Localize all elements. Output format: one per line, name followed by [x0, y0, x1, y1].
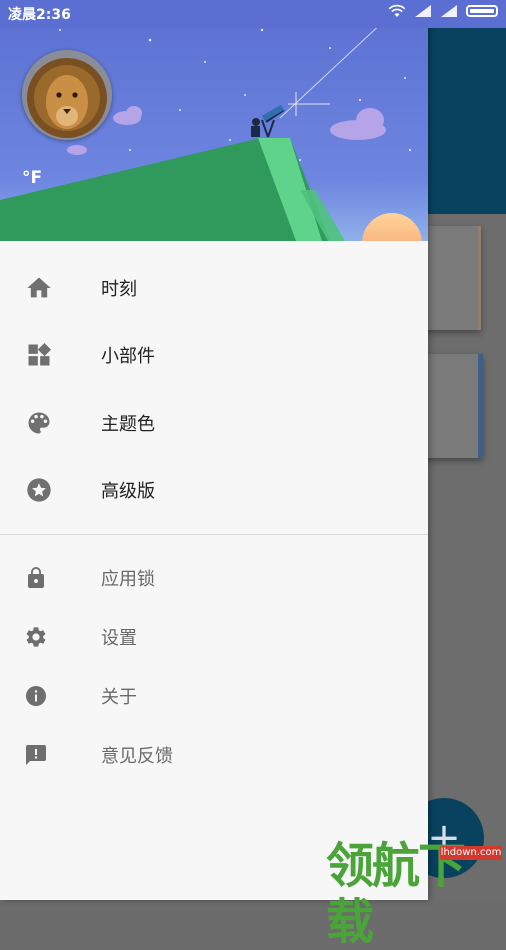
watermark-url: lhdown.com	[440, 846, 502, 860]
menu-item-label: 高级版	[101, 481, 155, 503]
palette-icon	[25, 409, 53, 437]
menu-item-feedback[interactable]: 意见反馈	[0, 725, 428, 784]
menu-item-premium[interactable]: 高级版	[0, 457, 428, 525]
navigation-drawer: °F 时刻 小部件 主题色 高级版 应用锁 设置 关于 意见反馈	[0, 0, 428, 900]
feedback-icon	[24, 743, 48, 767]
signal-icon	[415, 5, 431, 17]
wifi-icon	[388, 4, 406, 17]
secondary-menu: 应用锁 设置 关于 意见反馈	[0, 548, 428, 784]
star-badge-icon	[25, 476, 53, 504]
battery-icon	[466, 5, 498, 17]
menu-item-label: 意见反馈	[101, 745, 173, 767]
menu-item-moments[interactable]: 时刻	[0, 254, 428, 322]
menu-item-widgets[interactable]: 小部件	[0, 322, 428, 390]
menu-item-label: 小部件	[101, 346, 155, 368]
lion-avatar-image	[22, 50, 112, 140]
home-icon	[25, 274, 53, 302]
menu-item-label: 主题色	[101, 413, 155, 435]
widgets-icon	[25, 341, 53, 369]
menu-item-label: 设置	[101, 627, 137, 649]
menu-item-settings[interactable]: 设置	[0, 607, 428, 666]
gear-icon	[24, 625, 48, 649]
lock-icon	[24, 566, 48, 590]
info-icon	[24, 684, 48, 708]
menu-item-app-lock[interactable]: 应用锁	[0, 548, 428, 607]
status-time: 凌晨2:36	[8, 7, 71, 23]
menu-item-theme-color[interactable]: 主题色	[0, 389, 428, 457]
primary-menu: 时刻 小部件 主题色 高级版	[0, 254, 428, 524]
user-avatar[interactable]	[22, 50, 112, 140]
temperature-unit[interactable]: °F	[22, 168, 42, 188]
menu-item-label: 关于	[101, 686, 137, 708]
status-icons	[388, 4, 498, 18]
status-bar: 凌晨2:36	[0, 0, 506, 28]
drawer-header: °F	[0, 0, 428, 241]
menu-divider	[0, 534, 428, 535]
menu-item-about[interactable]: 关于	[0, 666, 428, 725]
menu-item-label: 时刻	[101, 278, 137, 300]
signal-icon	[441, 5, 457, 17]
menu-item-label: 应用锁	[101, 568, 155, 590]
